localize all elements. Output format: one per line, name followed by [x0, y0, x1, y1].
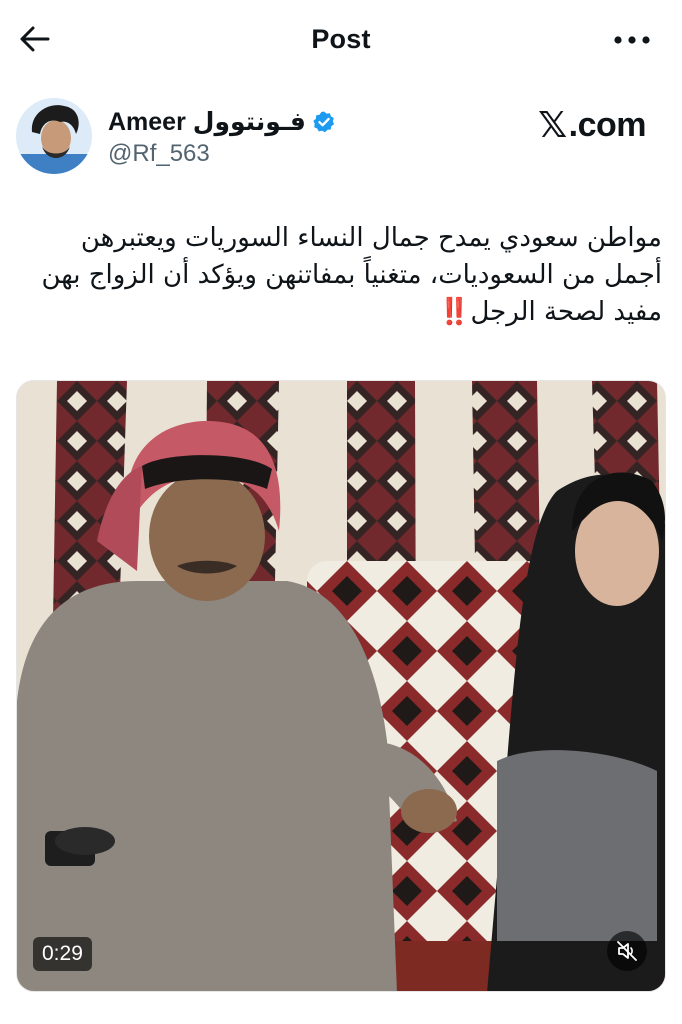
- author-name-text: Ameer فـونتوول: [108, 108, 306, 136]
- avatar-image: [16, 98, 92, 174]
- tweet-text: مواطن سعودي يمدح جمال النساء السوريات وي…: [30, 220, 662, 331]
- double-exclamation-icon: ‼️: [438, 297, 471, 327]
- x-com-logo: 𝕏 .com: [538, 104, 646, 146]
- video-frame: [17, 381, 665, 991]
- author-row: Ameer فـونتوول @Rf_563 𝕏 .com: [16, 98, 656, 178]
- top-bar: Post: [0, 0, 682, 78]
- tweet-body: مواطن سعودي يمدح جمال النساء السوريات وي…: [41, 223, 662, 327]
- page-title: Post: [311, 24, 371, 54]
- author-handle[interactable]: @Rf_563: [108, 140, 210, 168]
- author-name[interactable]: Ameer فـونتوول: [108, 107, 336, 137]
- x-logo-text: .com: [568, 105, 647, 144]
- more-options-button[interactable]: [612, 26, 652, 54]
- volume-muted-icon: [617, 941, 637, 961]
- video-player[interactable]: 0:29: [16, 380, 666, 992]
- more-horizontal-icon: [614, 36, 650, 44]
- verified-badge-icon: [313, 111, 334, 133]
- video-duration-badge: 0:29: [33, 937, 92, 971]
- x-logo-icon: 𝕏: [538, 104, 567, 145]
- mute-button[interactable]: [607, 931, 647, 971]
- avatar[interactable]: [16, 98, 92, 174]
